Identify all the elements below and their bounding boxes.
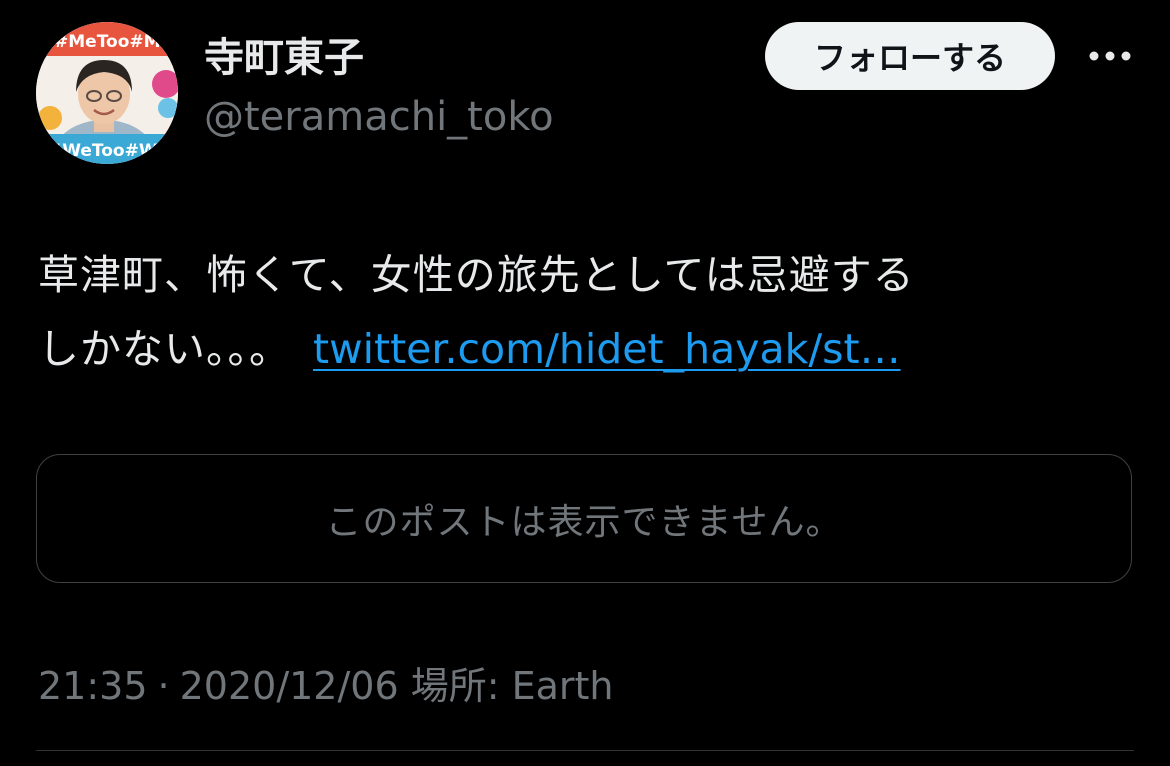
avatar-banner-top: #MeToo#Me xyxy=(54,32,172,52)
avatar-banner-bottom: #WeToo#We xyxy=(48,141,169,161)
avatar[interactable]: #MeToo#Me #WeToo#We xyxy=(36,22,178,164)
tweet-text-line-1: 草津町、怖くて、女性の旅先としては忌避する xyxy=(38,251,915,299)
tweet-date[interactable]: 2020/12/06 xyxy=(180,664,399,708)
follow-button[interactable]: フォローする xyxy=(765,22,1055,90)
more-dots-icon[interactable] xyxy=(1080,36,1140,76)
quoted-post-message: このポストは表示できません。 xyxy=(325,501,843,543)
quoted-post-unavailable: このポストは表示できません。 xyxy=(36,454,1132,583)
divider xyxy=(36,750,1134,751)
tweet-meta: 21:35 · 2020/12/06 場所: Earth xyxy=(38,660,614,712)
tweet-location: 場所: Earth xyxy=(410,664,614,708)
tweet-time[interactable]: 21:35 xyxy=(38,664,148,708)
avatar-image: #MeToo#Me #WeToo#We xyxy=(36,22,178,164)
meta-separator: · xyxy=(157,664,170,708)
tweet-text-line-2: しかない。。。 twitter.com/hidet_hayak/st… xyxy=(38,312,1130,386)
tweet-text: 草津町、怖くて、女性の旅先としては忌避する しかない。。。 twitter.com… xyxy=(38,238,1130,386)
user-handle[interactable]: @teramachi_toko xyxy=(204,92,554,142)
tweet-link[interactable]: twitter.com/hidet_hayak/st… xyxy=(313,325,901,373)
tweet-text-line-2-body: しかない。。。 xyxy=(38,325,291,373)
display-name[interactable]: 寺町東子 xyxy=(204,30,364,86)
